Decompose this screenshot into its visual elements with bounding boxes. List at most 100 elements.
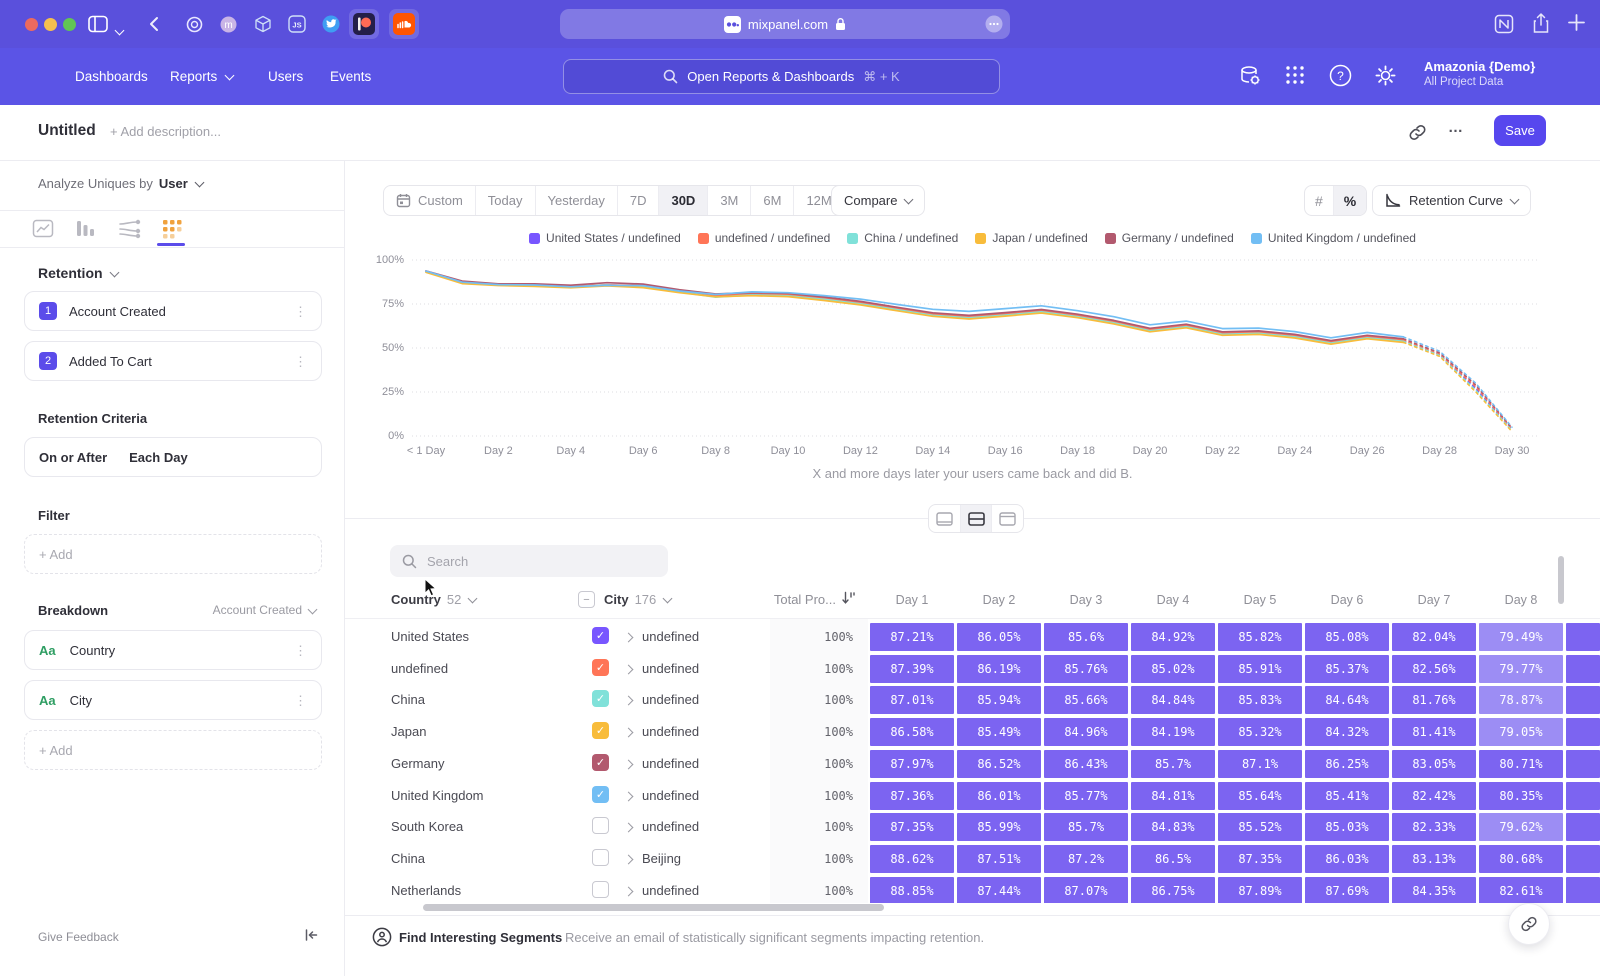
step-card-1[interactable]: 1 Account Created ⋮ (24, 291, 322, 331)
day-column-header[interactable]: Day 2 (957, 593, 1041, 607)
more-options-button[interactable]: … (1448, 119, 1465, 136)
view-split-icon[interactable] (961, 505, 993, 532)
view-chart-only-icon[interactable] (929, 505, 961, 532)
row-checkbox[interactable]: ✓ (592, 722, 609, 739)
day-column-header[interactable]: Day 5 (1218, 593, 1302, 607)
kebab-menu-icon[interactable]: ⋮ (294, 644, 307, 657)
global-search[interactable]: Open Reports & Dashboards ⌘ + K (563, 59, 1000, 94)
soundcloud-icon[interactable] (389, 9, 419, 39)
breakdown-card-city[interactable]: Aa City ⋮ (24, 680, 322, 720)
browser-sidebar-icon[interactable] (88, 15, 108, 33)
expand-row-icon[interactable] (624, 664, 634, 674)
breakdown-scope-select[interactable]: Account Created (213, 603, 316, 617)
page-settings-icon[interactable] (985, 15, 1003, 33)
criteria-card[interactable]: On or After Each Day (24, 437, 322, 477)
expand-row-icon[interactable] (624, 886, 634, 896)
address-bar[interactable]: mixpanel.com (560, 9, 1010, 39)
give-feedback-link[interactable]: Give Feedback (38, 930, 119, 944)
nav-events[interactable]: Events (330, 48, 371, 105)
project-switcher[interactable]: Amazonia {Demo} All Project Data (1424, 59, 1535, 88)
help-icon[interactable]: ? (1329, 64, 1352, 87)
day-column-header[interactable]: Day 3 (1044, 593, 1128, 607)
save-button[interactable]: Save (1494, 115, 1546, 146)
retention-section-header[interactable]: Retention (38, 265, 118, 281)
expand-row-icon[interactable] (624, 791, 634, 801)
expand-row-icon[interactable] (624, 854, 634, 864)
range-30d[interactable]: 30D (659, 186, 708, 215)
range-custom[interactable]: Custom (384, 186, 476, 215)
day-column-header[interactable]: Day 1 (870, 593, 954, 607)
row-checkbox[interactable]: ✓ (592, 786, 609, 803)
close-window-button[interactable] (25, 18, 38, 31)
legend-item[interactable]: United Kingdom / undefined (1251, 231, 1416, 245)
expand-row-icon[interactable] (624, 728, 634, 738)
back-button[interactable] (148, 15, 160, 33)
maximize-window-button[interactable] (63, 18, 76, 31)
new-tab-icon[interactable] (1567, 13, 1586, 32)
day-column-header[interactable]: Day 8 (1479, 593, 1563, 607)
mode-count[interactable]: # (1305, 186, 1334, 215)
range-today[interactable]: Today (476, 186, 536, 215)
step-card-2[interactable]: 2 Added To Cart ⋮ (24, 341, 322, 381)
chart-type-select[interactable]: Retention Curve (1372, 185, 1531, 216)
range-7d[interactable]: 7D (618, 186, 660, 215)
tab-insights[interactable] (32, 218, 54, 240)
view-table-only-icon[interactable] (992, 505, 1023, 532)
nav-reports[interactable]: Reports (170, 48, 233, 105)
legend-item[interactable]: Germany / undefined (1105, 231, 1234, 245)
tab-retention[interactable] (160, 218, 184, 240)
share-link-fab[interactable] (1508, 903, 1550, 945)
collapse-sidebar-icon[interactable] (303, 927, 319, 943)
expand-row-icon[interactable] (624, 823, 634, 833)
row-checkbox[interactable]: ✓ (592, 690, 609, 707)
row-checkbox[interactable]: ✓ (592, 659, 609, 676)
minimize-window-button[interactable] (44, 18, 57, 31)
notion-icon[interactable] (1494, 14, 1514, 34)
compare-button[interactable]: Compare (831, 185, 925, 216)
copy-link-icon[interactable] (1408, 123, 1427, 142)
kebab-menu-icon[interactable]: ⋮ (294, 694, 307, 707)
day-column-header[interactable]: Day 7 (1392, 593, 1476, 607)
legend-item[interactable]: Japan / undefined (975, 231, 1087, 245)
patreon-icon[interactable] (349, 9, 379, 39)
kebab-menu-icon[interactable]: ⋮ (294, 355, 307, 368)
report-title[interactable]: Untitled (38, 122, 96, 140)
add-filter-button[interactable]: + Add (24, 534, 322, 574)
row-checkbox[interactable] (592, 849, 609, 866)
expand-row-icon[interactable] (624, 696, 634, 706)
range-6m[interactable]: 6M (751, 186, 794, 215)
horizontal-scrollbar[interactable] (423, 904, 884, 911)
breakdown-card-country[interactable]: Aa Country ⋮ (24, 630, 322, 670)
vertical-scrollbar[interactable] (1558, 556, 1564, 604)
table-search-input[interactable]: Search (390, 545, 668, 577)
row-checkbox[interactable] (592, 881, 609, 898)
nav-users[interactable]: Users (268, 48, 303, 105)
row-checkbox[interactable]: ✓ (592, 754, 609, 771)
analyze-entity-select[interactable]: User (159, 176, 188, 191)
share-icon[interactable] (1531, 12, 1551, 35)
tab-funnels[interactable] (74, 218, 96, 240)
add-breakdown-button[interactable]: + Add (24, 730, 322, 770)
legend-item[interactable]: United States / undefined (529, 231, 681, 245)
range-yesterday[interactable]: Yesterday (536, 186, 618, 215)
add-description[interactable]: + Add description... (110, 124, 221, 139)
sort-icon[interactable] (841, 590, 856, 605)
legend-item[interactable]: China / undefined (847, 231, 958, 245)
expand-row-icon[interactable] (624, 633, 634, 643)
analyze-chevron-icon[interactable] (194, 178, 204, 188)
range-3m[interactable]: 3M (708, 186, 751, 215)
tab-flows[interactable] (117, 218, 141, 240)
bird-icon[interactable] (322, 15, 340, 33)
data-management-icon[interactable] (1238, 64, 1262, 88)
row-checkbox[interactable] (592, 817, 609, 834)
row-checkbox[interactable]: ✓ (592, 627, 609, 644)
select-all-checkbox[interactable]: − (578, 591, 595, 608)
kebab-menu-icon[interactable]: ⋮ (294, 305, 307, 318)
mode-percent[interactable]: % (1334, 186, 1366, 215)
nav-dashboards[interactable]: Dashboards (75, 48, 148, 105)
js-icon[interactable]: JS (288, 15, 306, 33)
apps-grid-icon[interactable] (1284, 64, 1306, 86)
legend-item[interactable]: undefined / undefined (698, 231, 830, 245)
ring-icon[interactable] (186, 16, 203, 33)
column-header-total[interactable]: Total Pro... (770, 592, 836, 607)
